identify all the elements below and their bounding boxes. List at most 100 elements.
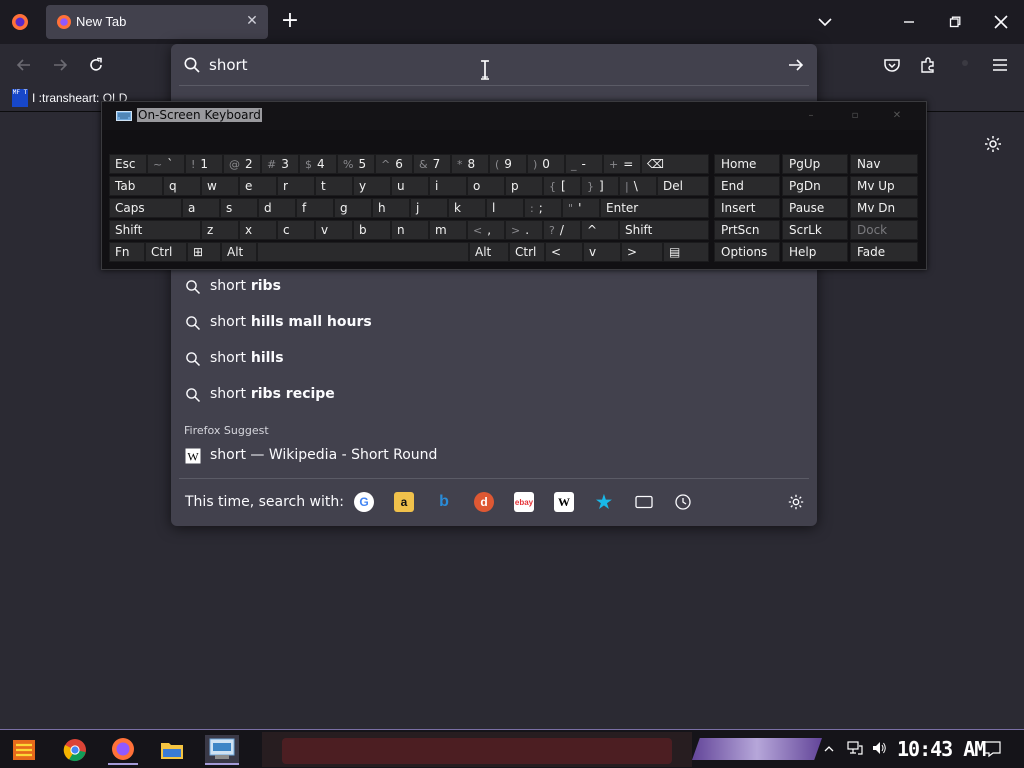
search-suggestion[interactable]: short ribs <box>179 270 809 304</box>
osk-key[interactable]: p <box>505 176 543 196</box>
taskbar-clock[interactable]: 10:43 AM <box>897 737 986 761</box>
show-hidden-icons-icon[interactable] <box>824 740 834 756</box>
history-icon[interactable] <box>673 492 693 512</box>
osk-key[interactable]: * 8 <box>451 154 489 174</box>
osk-key[interactable]: _ - <box>565 154 603 174</box>
osk-key[interactable]: r <box>277 176 315 196</box>
osk-key[interactable]: c <box>277 220 315 240</box>
taskbar-chrome[interactable] <box>60 735 90 765</box>
osk-key[interactable]: $4 <box>299 154 337 174</box>
list-all-tabs-icon[interactable] <box>814 12 836 32</box>
osk-key[interactable]: (9 <box>489 154 527 174</box>
osk-key[interactable]: s <box>220 198 258 218</box>
taskbar-firefox[interactable] <box>108 735 138 765</box>
osk-key[interactable]: a <box>182 198 220 218</box>
osk-key[interactable]: u <box>391 176 429 196</box>
osk-key[interactable]: i <box>429 176 467 196</box>
osk-key[interactable]: d <box>258 198 296 218</box>
osk-key[interactable]: ▤ <box>663 242 709 262</box>
osk-key[interactable]: #3 <box>261 154 299 174</box>
osk-nav-key[interactable]: PgUp <box>782 154 848 174</box>
osk-key[interactable]: y <box>353 176 391 196</box>
osk-key[interactable]: >. <box>505 220 543 240</box>
firefox-view-icon[interactable] <box>10 12 30 32</box>
osk-key[interactable]: < <box>545 242 583 262</box>
bookmarks-star-icon[interactable]: ★ <box>594 492 614 512</box>
firefox-suggest-item[interactable]: W short — Wikipedia - Short Round <box>179 439 809 473</box>
pocket-icon[interactable] <box>882 55 902 75</box>
osk-key[interactable]: % 5 <box>337 154 375 174</box>
new-tab-button[interactable]: + <box>278 10 302 34</box>
osk-key[interactable]: Ctrl <box>145 242 187 262</box>
osk-minimize-button[interactable]: – <box>796 108 826 124</box>
osk-key[interactable]: Del <box>657 176 709 196</box>
taskbar-on-screen-keyboard[interactable] <box>205 735 239 765</box>
osk-nav-key[interactable]: End <box>714 176 780 196</box>
hamburger-menu-icon[interactable] <box>990 55 1010 75</box>
tab-close-icon[interactable]: ✕ <box>244 13 260 29</box>
osk-key[interactable]: Enter <box>600 198 709 218</box>
osk-titlebar[interactable]: On-Screen Keyboard – ▫ ✕ <box>102 102 926 130</box>
osk-nav-key[interactable]: PgDn <box>782 176 848 196</box>
google-engine-icon[interactable]: G <box>354 492 374 512</box>
osk-nav-key[interactable]: Home <box>714 154 780 174</box>
tab-new-tab[interactable]: New Tab ✕ <box>46 5 268 39</box>
action-center-icon[interactable] <box>983 740 1001 758</box>
osk-key[interactable]: e <box>239 176 277 196</box>
osk-key[interactable]: n <box>391 220 429 240</box>
osk-nav-key[interactable]: PrtScn <box>714 220 780 240</box>
osk-key[interactable]: Esc <box>109 154 147 174</box>
osk-key[interactable]: @2 <box>223 154 261 174</box>
osk-key[interactable]: :; <box>524 198 562 218</box>
osk-nav-key[interactable]: Dock <box>850 220 918 240</box>
osk-key[interactable]: Caps <box>109 198 182 218</box>
osk-key[interactable] <box>257 242 469 262</box>
osk-key[interactable]: + = <box>603 154 641 174</box>
bing-engine-icon[interactable]: b <box>434 492 454 512</box>
osk-key[interactable]: Shift <box>109 220 201 240</box>
volume-icon[interactable] <box>871 740 887 756</box>
osk-key[interactable]: ⊞ <box>187 242 221 262</box>
osk-key[interactable]: q <box>163 176 201 196</box>
wikipedia-engine-icon[interactable]: W <box>554 492 574 512</box>
extensions-icon[interactable] <box>918 55 938 75</box>
osk-key[interactable]: g <box>334 198 372 218</box>
account-icon[interactable] <box>955 55 975 75</box>
reload-button[interactable] <box>83 53 109 77</box>
osk-key[interactable]: f <box>296 198 334 218</box>
osk-nav-key[interactable]: Insert <box>714 198 780 218</box>
osk-key[interactable]: " ' <box>562 198 600 218</box>
osk-key[interactable]: ? / <box>543 220 581 240</box>
search-suggestion[interactable]: short hills mall hours <box>179 306 809 340</box>
osk-nav-key[interactable]: Options <box>714 242 780 262</box>
amazon-engine-icon[interactable]: a <box>394 492 414 512</box>
close-window-button[interactable] <box>978 0 1024 44</box>
osk-key[interactable]: ) 0 <box>527 154 565 174</box>
osk-key[interactable]: x <box>239 220 277 240</box>
osk-close-button[interactable]: ✕ <box>882 108 912 124</box>
search-settings-gear-icon[interactable] <box>787 493 805 511</box>
back-button[interactable] <box>11 53 37 77</box>
forward-button[interactable] <box>47 53 73 77</box>
search-suggestion[interactable]: short hills <box>179 342 809 376</box>
osk-key[interactable]: Alt <box>469 242 509 262</box>
osk-key[interactable]: Alt <box>221 242 257 262</box>
osk-key[interactable]: Shift <box>619 220 709 240</box>
osk-key[interactable]: }] <box>581 176 619 196</box>
tabs-icon[interactable] <box>634 492 654 512</box>
osk-key[interactable]: ^ 6 <box>375 154 413 174</box>
osk-key[interactable]: k <box>448 198 486 218</box>
osk-key[interactable]: j <box>410 198 448 218</box>
network-icon[interactable] <box>847 740 863 756</box>
osk-key[interactable]: m <box>429 220 467 240</box>
osk-key[interactable]: ⌫ <box>641 154 709 174</box>
osk-key[interactable]: ~ ` <box>147 154 185 174</box>
osk-nav-key[interactable]: Mv Up <box>850 176 918 196</box>
osk-key[interactable]: <, <box>467 220 505 240</box>
osk-key[interactable]: v <box>583 242 621 262</box>
osk-key[interactable]: & 7 <box>413 154 451 174</box>
osk-key[interactable]: l <box>486 198 524 218</box>
osk-nav-key[interactable]: Pause <box>782 198 848 218</box>
search-suggestion[interactable]: short ribs recipe <box>179 378 809 412</box>
osk-key[interactable]: ^ <box>581 220 619 240</box>
